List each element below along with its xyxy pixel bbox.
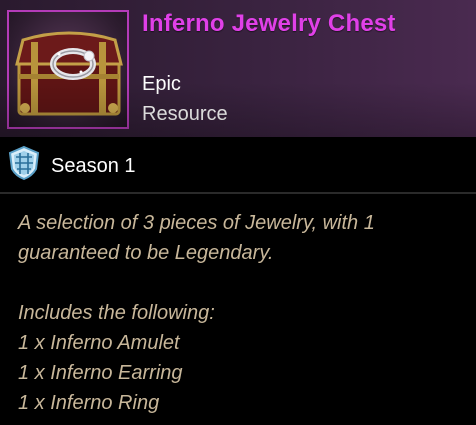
season-label: Season 1 [51,155,136,177]
description-line: guaranteed to be Legendary. [18,242,274,264]
contents-item: 1 x Inferno Amulet [18,332,180,354]
item-name: Inferno Jewelry Chest [142,10,396,37]
description-line: A selection of 3 pieces of Jewelry, with… [18,212,375,234]
contents-item: 1 x Inferno Ring [18,392,160,414]
jewelry-chest-icon [15,31,123,116]
contents-item: 1 x Inferno Earring [18,362,183,384]
item-description: A selection of 3 pieces of Jewelry, with… [18,208,468,418]
season-row: Season 1 [0,137,476,192]
includes-heading: Includes the following: [18,302,215,324]
item-tooltip: Inferno Jewelry Chest Epic Resource Seas… [0,0,476,425]
item-rarity: Epic [142,73,181,95]
tooltip-header: Inferno Jewelry Chest Epic Resource [0,0,476,137]
section-divider [0,192,476,194]
item-category: Resource [142,103,228,125]
season-shield-icon [8,145,40,181]
item-icon-frame [7,10,129,129]
